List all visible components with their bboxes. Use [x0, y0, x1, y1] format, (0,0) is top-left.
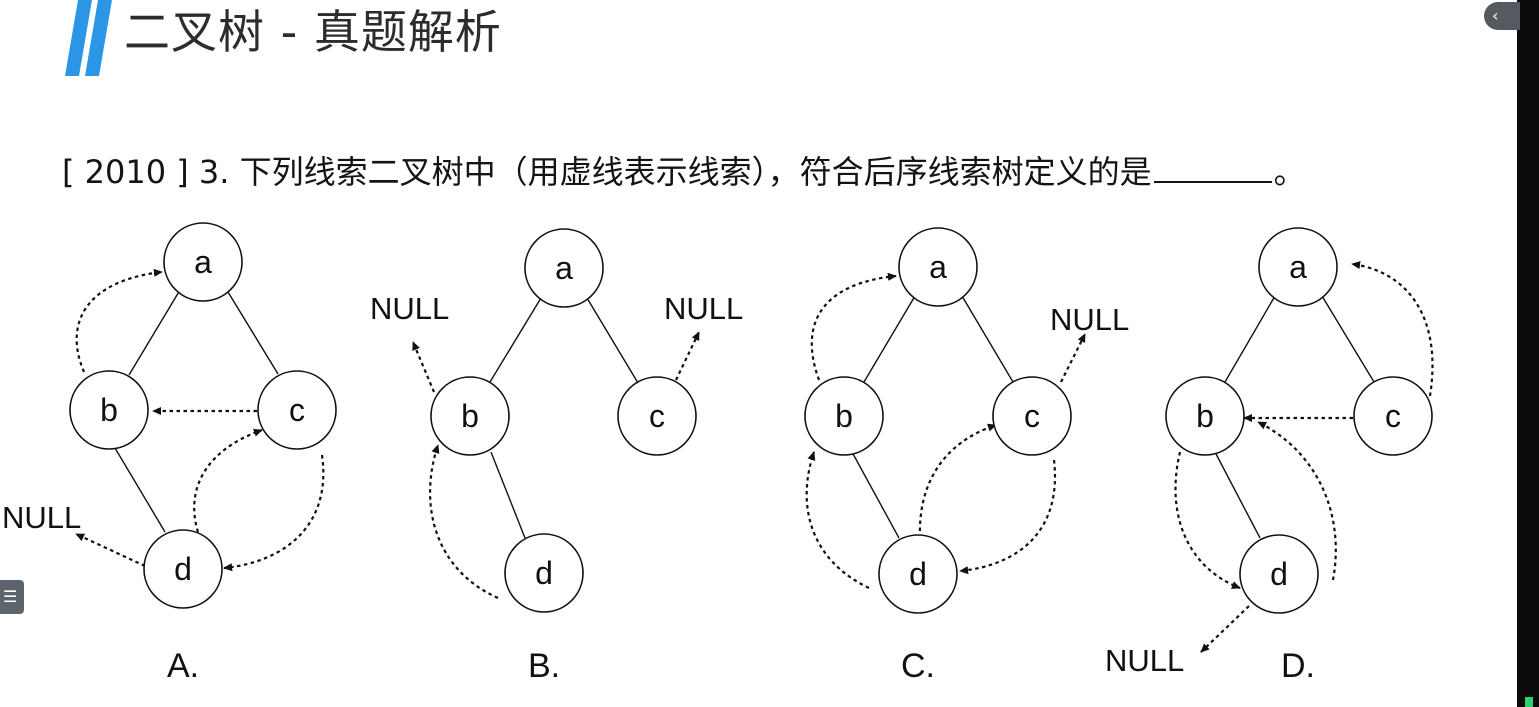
thread-b-to-a	[810, 272, 897, 381]
thread-tree-diagrams: a b c d NULL A. a b c d NULL NULL B. a b…	[2, 222, 1434, 685]
node-label: a	[555, 250, 573, 286]
thread-b-to-d	[1174, 451, 1241, 590]
null-label: NULL	[2, 500, 81, 535]
edge-a-c	[1321, 295, 1375, 383]
thread-d-to-b	[805, 451, 870, 589]
node-label: a	[1289, 249, 1307, 285]
node-label: a	[194, 244, 212, 280]
node-label: d	[1270, 556, 1288, 592]
node-label: a	[929, 249, 947, 285]
node-label: c	[649, 398, 665, 434]
node-label: c	[1024, 398, 1040, 434]
node-label: c	[289, 392, 305, 428]
node-label: d	[174, 551, 192, 587]
thread-b-to-null	[411, 341, 436, 393]
option-c-tree: a b c d NULL C.	[804, 227, 1129, 685]
option-label-d: D.	[1281, 647, 1315, 685]
edge-b-d	[114, 447, 166, 533]
edge-a-b	[489, 297, 542, 383]
option-d-tree: a b c d NULL D.	[1105, 227, 1434, 685]
edge-b-d	[1214, 451, 1261, 539]
node-label: b	[835, 398, 853, 434]
edge-a-b	[863, 295, 916, 383]
edge-b-d	[490, 451, 526, 539]
null-label: NULL	[664, 291, 743, 326]
option-label-b: B.	[528, 647, 560, 685]
thread-d-to-c	[193, 428, 263, 533]
node-label: b	[461, 398, 479, 434]
node-label: b	[100, 392, 118, 428]
edge-b-d	[851, 451, 900, 539]
node-label: b	[1196, 398, 1214, 434]
edge-a-c	[227, 291, 279, 375]
thread-b-to-a	[75, 268, 163, 373]
thread-d-to-c	[918, 423, 997, 539]
option-label-c: C.	[901, 647, 935, 685]
option-b-tree: a b c d NULL NULL B.	[370, 228, 743, 685]
edge-a-b	[128, 289, 181, 376]
node-label: d	[535, 555, 553, 591]
edge-a-c	[586, 297, 639, 384]
thread-c-to-a	[1351, 261, 1434, 397]
edge-a-c	[961, 295, 1014, 383]
thread-c-to-null	[675, 331, 700, 381]
null-label: NULL	[1105, 643, 1184, 678]
node-label: d	[909, 556, 927, 592]
node-label: c	[1385, 398, 1401, 434]
thread-d-to-b	[428, 444, 499, 600]
edge-a-b	[1224, 295, 1276, 383]
thread-c-to-null	[1060, 333, 1086, 383]
option-label-a: A.	[167, 647, 199, 685]
thread-c-to-d	[959, 459, 1057, 575]
null-label: NULL	[370, 291, 449, 326]
null-label: NULL	[1050, 302, 1129, 337]
thread-d-to-null	[75, 533, 146, 567]
thread-c-to-d	[223, 454, 325, 572]
thread-d-to-null	[1200, 605, 1250, 653]
option-a-tree: a b c d NULL A.	[2, 222, 337, 685]
